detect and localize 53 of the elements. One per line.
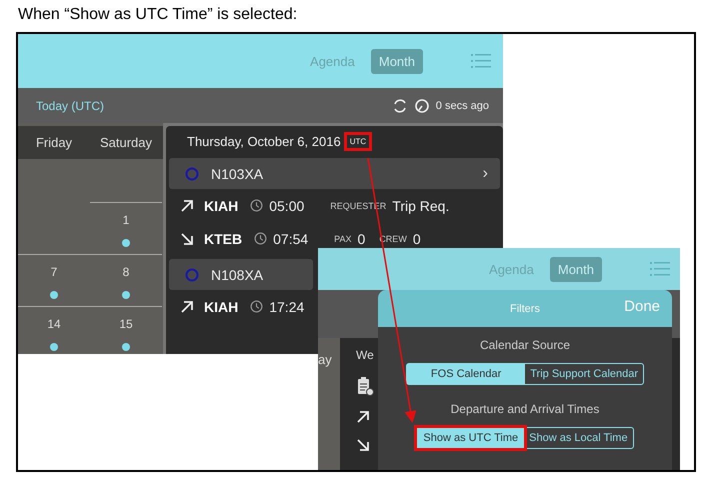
chevron: ›: [482, 164, 488, 182]
leg-time: 05:00: [269, 198, 304, 214]
day-number[interactable]: 1: [122, 213, 130, 227]
menu-icon[interactable]: [650, 262, 670, 276]
day-number[interactable]: 14: [47, 317, 61, 331]
segment-option[interactable]: Trip Support Calendar: [525, 364, 644, 384]
aircraft-row[interactable]: N108XA: [169, 259, 313, 290]
day-number[interactable]: 8: [122, 265, 130, 279]
airport-code: KIAH: [204, 298, 238, 314]
menu-icon[interactable]: [471, 54, 491, 68]
tail-number: N108XA: [211, 266, 264, 282]
view-tab[interactable]: Month: [550, 256, 602, 282]
segment-option[interactable]: FOS Calendar: [406, 364, 526, 384]
tail-number: N103XA: [211, 166, 264, 182]
aircraft-row[interactable]: N103XA ›: [169, 158, 500, 189]
down-right-arrow-icon: [180, 232, 194, 246]
popover-title: Filters: [510, 302, 540, 314]
clock-icon: [250, 300, 264, 313]
airport-code: KTEB: [204, 230, 242, 246]
clock-icon: [254, 232, 268, 245]
leg-time: 07:54: [273, 230, 308, 246]
up-right-arrow-icon: [356, 410, 370, 424]
segment-option[interactable]: Show as UTC Time: [417, 428, 524, 448]
leg-time: 17:24: [269, 298, 304, 314]
view-tab[interactable]: Month: [370, 48, 423, 74]
up-right-arrow-icon: [180, 300, 194, 314]
today-link[interactable]: Today (UTC): [36, 98, 104, 112]
day-number[interactable]: 15: [119, 317, 133, 331]
clock-icon: [414, 98, 430, 114]
section-heading: Calendar Source: [480, 337, 570, 354]
circle-icon: [185, 268, 199, 282]
segment-option[interactable]: Show as Local Time: [524, 428, 633, 448]
refresh-icon[interactable]: [392, 98, 408, 114]
up-right-arrow-icon: [180, 198, 194, 212]
clock-icon: [250, 199, 264, 212]
caption: When “Show as UTC Time” is selected:: [18, 6, 298, 24]
day-title: Thursday, October 6, 2016: [187, 134, 341, 148]
utc-badge: UTC: [346, 134, 370, 148]
day-label: ay: [318, 338, 340, 470]
field-value: 0: [412, 230, 421, 246]
field-value: Trip Req.: [392, 198, 450, 214]
weekday-label: Friday: [34, 135, 74, 150]
down-right-arrow-icon: [356, 438, 370, 452]
field-value: 0: [358, 230, 366, 246]
airport-code: KIAH: [204, 198, 238, 214]
week-label: We: [356, 348, 374, 362]
clipboard-icon: [356, 376, 374, 396]
weekday-label: Saturday: [98, 135, 154, 150]
circle-icon: [185, 166, 199, 180]
day-number[interactable]: 7: [50, 265, 58, 279]
section-heading: Departure and Arrival Times: [450, 401, 600, 418]
field-label: PAX: [334, 234, 352, 244]
updated-time: 0 secs ago: [436, 100, 489, 112]
